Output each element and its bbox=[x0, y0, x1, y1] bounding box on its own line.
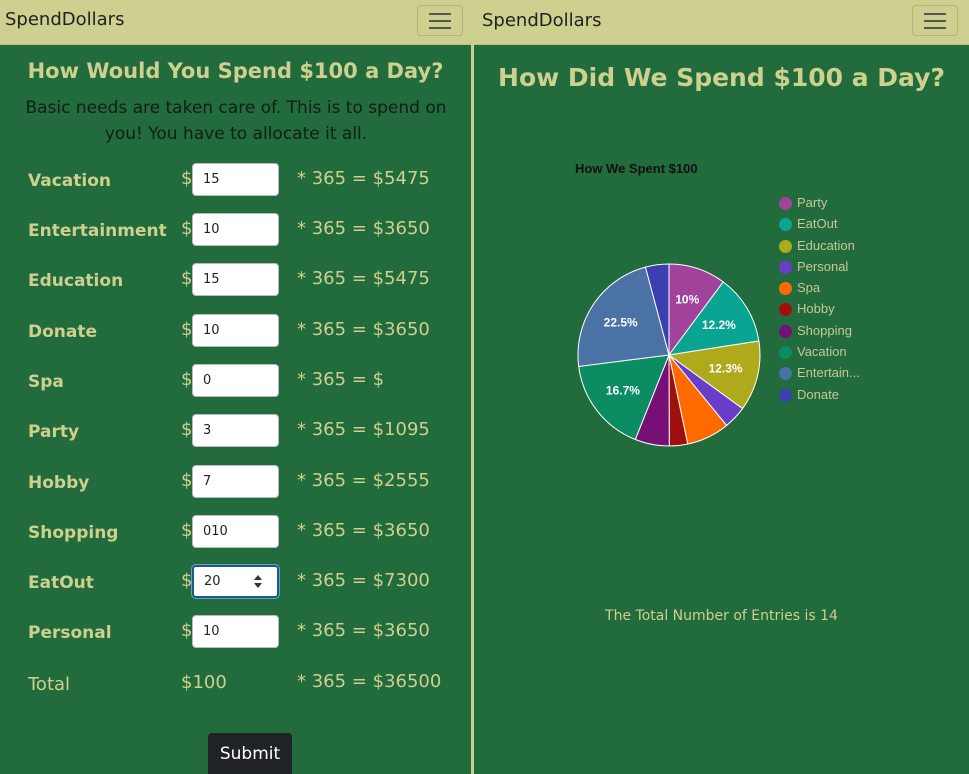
entertainment-amount-input[interactable] bbox=[192, 213, 279, 246]
currency-symbol: $ bbox=[181, 319, 193, 340]
legend-label: Vacation bbox=[797, 344, 847, 360]
category-label: Entertainment bbox=[28, 221, 167, 241]
donate-amount-input[interactable] bbox=[192, 314, 279, 347]
row-total: Total $100 * 365 = $36500 bbox=[0, 666, 471, 700]
legend-swatch-icon bbox=[779, 197, 792, 210]
row-spa: Spa $ * 365 = $ bbox=[0, 364, 471, 398]
category-label: Education bbox=[28, 271, 124, 291]
category-label: Personal bbox=[28, 623, 112, 643]
spin-up-icon[interactable] bbox=[254, 575, 262, 580]
legend-swatch-icon bbox=[779, 260, 792, 274]
annual-calc: * 365 = $5475 bbox=[297, 168, 430, 189]
pie-chart[interactable]: 10%12.2% 12.3% 16.7% 22.5% bbox=[574, 260, 764, 450]
category-label: Party bbox=[28, 422, 80, 442]
row-vacation: Vacation $ * 365 = $5475 bbox=[0, 163, 471, 197]
category-label: Hobby bbox=[28, 473, 90, 493]
pie-data-label: 10% bbox=[675, 293, 699, 307]
currency-symbol: $ bbox=[181, 570, 193, 591]
annual-calc: * 365 = $5475 bbox=[297, 268, 430, 289]
currency-symbol: $ bbox=[181, 620, 193, 641]
allocation-pane: SpendDollars How Would You Spend $100 a … bbox=[0, 0, 471, 774]
page-title: How Would You Spend $100 a Day? bbox=[27, 59, 444, 83]
party-amount-input[interactable] bbox=[192, 414, 279, 447]
number-spinner[interactable] bbox=[253, 574, 263, 590]
submit-button[interactable]: Submit bbox=[208, 733, 292, 774]
annual-calc: * 365 = $1095 bbox=[297, 419, 430, 440]
brand[interactable]: SpendDollars bbox=[5, 9, 124, 30]
total-amount: $100 bbox=[181, 672, 227, 693]
legend-label: Donate bbox=[797, 386, 839, 402]
annual-calc: * 365 = $3650 bbox=[297, 520, 430, 541]
spin-down-icon[interactable] bbox=[254, 583, 262, 588]
navbar: SpendDollars bbox=[0, 0, 471, 45]
annual-calc: * 365 = $ bbox=[297, 369, 385, 390]
legend-label: Hobby bbox=[797, 301, 835, 317]
legend-label: Shopping bbox=[797, 322, 852, 338]
brand[interactable]: SpendDollars bbox=[482, 10, 601, 31]
currency-symbol: $ bbox=[181, 268, 193, 289]
education-amount-input[interactable] bbox=[192, 263, 279, 296]
spa-amount-input[interactable] bbox=[192, 364, 279, 397]
legend-swatch-icon bbox=[779, 282, 792, 296]
category-label: Vacation bbox=[28, 171, 111, 191]
navbar: SpendDollars bbox=[474, 0, 969, 45]
annual-calc: * 365 = $3650 bbox=[297, 319, 430, 340]
shopping-amount-input[interactable] bbox=[192, 515, 279, 548]
pie-data-label: 12.3% bbox=[709, 362, 743, 376]
row-education: Education $ * 365 = $5475 bbox=[0, 263, 471, 297]
instructions: Basic needs are taken care of. This is t… bbox=[25, 98, 447, 144]
hobby-amount-input[interactable] bbox=[192, 465, 279, 498]
annual-calc: * 365 = $2555 bbox=[297, 470, 430, 491]
legend-swatch-icon bbox=[779, 324, 792, 338]
pie-data-label: 16.7% bbox=[606, 384, 640, 398]
total-label: Total bbox=[28, 674, 71, 695]
legend-label: Party bbox=[797, 195, 828, 210]
row-party: Party $ * 365 = $1095 bbox=[0, 414, 471, 448]
category-label: Spa bbox=[28, 372, 64, 392]
legend-swatch-icon bbox=[779, 303, 792, 317]
eatout-amount-input[interactable] bbox=[192, 565, 279, 598]
menu-toggle-button[interactable] bbox=[417, 5, 463, 36]
currency-symbol: $ bbox=[181, 470, 193, 491]
vacation-amount-input[interactable] bbox=[192, 163, 279, 196]
row-eatout: EatOut $ * 365 = $7300 bbox=[0, 565, 471, 599]
legend-swatch-icon bbox=[779, 218, 792, 232]
currency-symbol: $ bbox=[181, 168, 193, 189]
personal-amount-input[interactable] bbox=[192, 615, 279, 648]
annual-calc: * 365 = $7300 bbox=[297, 570, 430, 591]
legend-label: Spa bbox=[797, 280, 821, 296]
row-hobby: Hobby $ * 365 = $2555 bbox=[0, 465, 471, 499]
chart-title: How We Spent $100 bbox=[575, 161, 698, 176]
legend-label: Personal bbox=[797, 258, 849, 274]
category-label: Donate bbox=[28, 322, 98, 342]
total-annual-calc: * 365 = $36500 bbox=[297, 671, 442, 692]
annual-calc: * 365 = $3650 bbox=[297, 218, 430, 239]
menu-toggle-button[interactable] bbox=[912, 5, 958, 36]
currency-symbol: $ bbox=[181, 419, 193, 440]
row-entertainment: Entertainment $ * 365 = $3650 bbox=[0, 213, 471, 247]
currency-symbol: $ bbox=[181, 369, 193, 390]
results-pane: SpendDollars How Did We Spend $100 a Day… bbox=[474, 0, 969, 774]
hamburger-icon bbox=[924, 13, 946, 15]
category-label: EatOut bbox=[28, 573, 94, 593]
category-label: Shopping bbox=[28, 523, 119, 543]
currency-symbol: $ bbox=[181, 218, 193, 239]
row-donate: Donate $ * 365 = $3650 bbox=[0, 314, 471, 348]
legend-swatch-icon bbox=[779, 346, 792, 360]
currency-symbol: $ bbox=[181, 520, 193, 541]
hamburger-icon bbox=[429, 13, 451, 15]
legend-label: Education bbox=[797, 237, 855, 253]
results-title: How Did We Spend $100 a Day? bbox=[498, 63, 945, 92]
legend-swatch-icon bbox=[779, 367, 792, 381]
legend-label: Entertain... bbox=[797, 365, 860, 381]
annual-calc: * 365 = $3650 bbox=[297, 620, 430, 641]
row-shopping: Shopping $ * 365 = $3650 bbox=[0, 515, 471, 549]
legend-swatch-icon bbox=[779, 388, 792, 402]
entries-count: The Total Number of Entries is 14 bbox=[605, 608, 838, 624]
pie-data-label: 22.5% bbox=[604, 316, 638, 330]
pie-data-label: 12.2% bbox=[702, 318, 736, 332]
row-personal: Personal $ * 365 = $3650 bbox=[0, 615, 471, 649]
legend-swatch-icon bbox=[779, 239, 792, 253]
legend-label: EatOut bbox=[797, 216, 838, 232]
